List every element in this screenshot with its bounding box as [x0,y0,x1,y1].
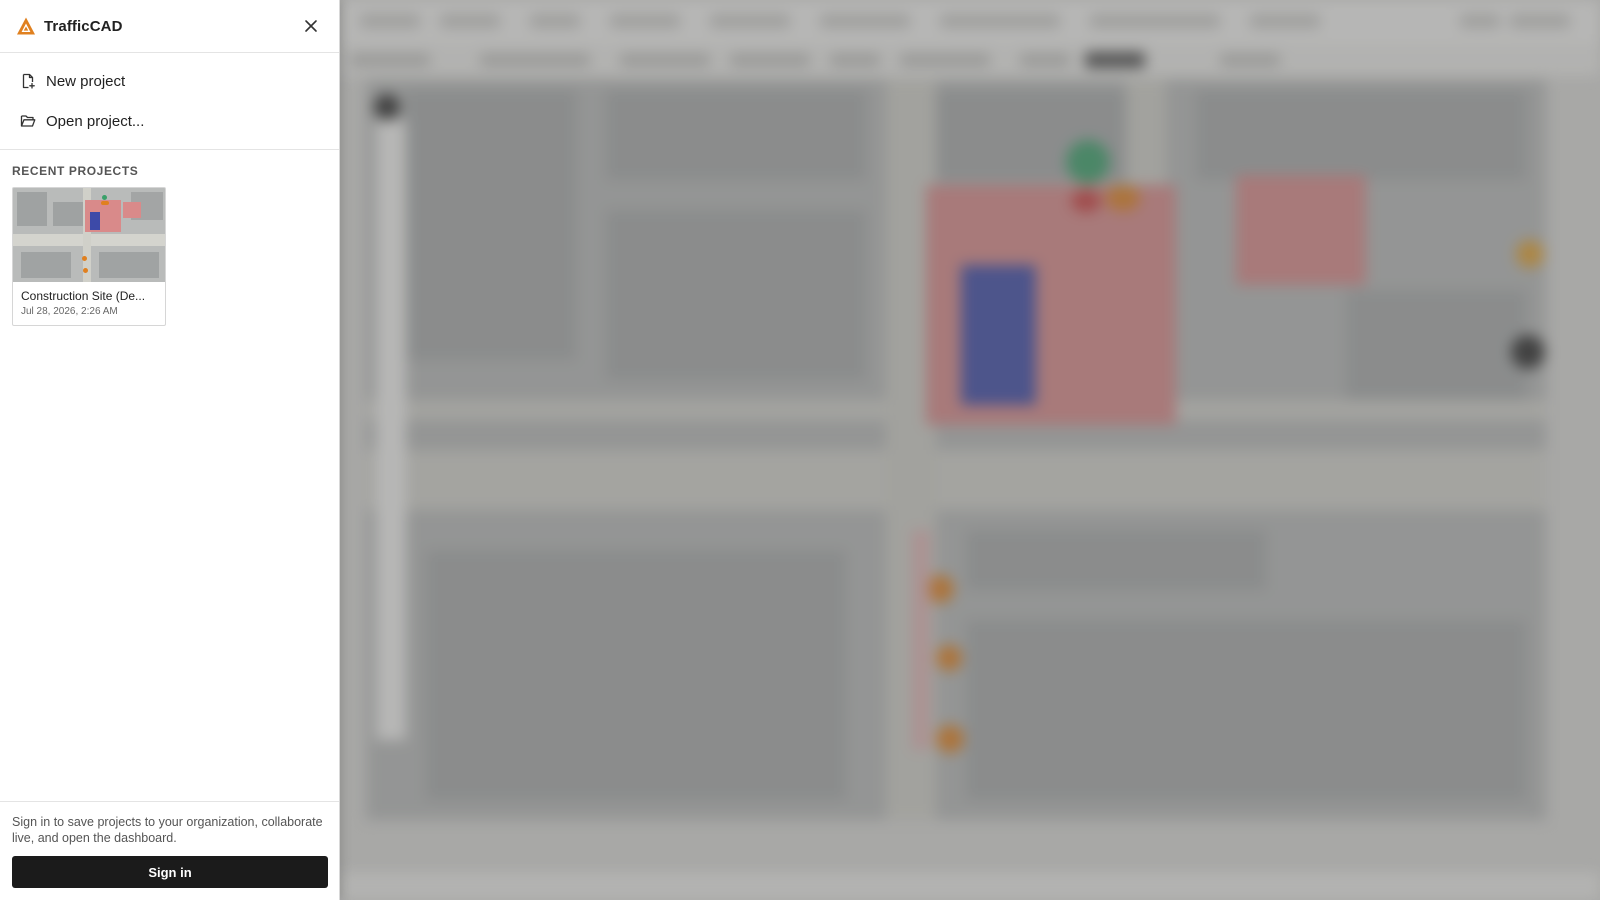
panel-spacer [0,326,339,801]
project-side-panel: TrafficCAD New project Open project... R… [0,0,340,900]
recent-project-card[interactable]: Construction Site (De... Jul 28, 2026, 2… [12,187,166,326]
open-project-label: Open project... [46,112,145,130]
panel-header: TrafficCAD [0,0,339,53]
new-project-button[interactable]: New project [0,61,339,101]
project-name: Construction Site (De... [21,289,146,303]
modal-backdrop[interactable] [340,0,1600,900]
project-menu: New project Open project... [0,53,339,150]
project-thumbnail [13,188,165,282]
app-name: TrafficCAD [44,17,123,35]
sign-in-button[interactable]: Sign in [12,856,328,888]
recent-projects-heading: RECENT PROJECTS [12,164,139,178]
signin-section: Sign in to save projects to your organiz… [0,801,339,900]
signin-description: Sign in to save projects to your organiz… [12,815,323,845]
project-date: Jul 28, 2026, 2:26 AM [21,306,118,317]
new-file-icon [20,73,36,89]
new-project-label: New project [46,72,126,90]
open-project-button[interactable]: Open project... [0,101,339,141]
folder-open-icon [20,113,36,129]
close-icon[interactable] [299,14,323,38]
trafficcad-logo-icon [16,16,36,36]
background-app-canvas [340,0,1600,900]
